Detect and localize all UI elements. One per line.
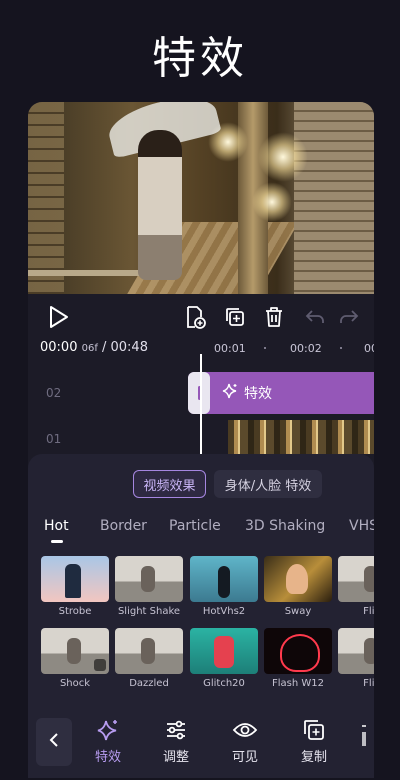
ruler-mark: 00:01 [214,342,246,355]
ruler-dot [340,347,342,349]
add-file-icon[interactable] [182,304,208,330]
edit-toolbar [28,294,374,340]
nav-label: 特效 [94,750,121,765]
undo-icon[interactable] [302,304,328,330]
effect-name: Shock [59,678,91,689]
effect-thumbnail [190,628,258,674]
category-bar: Hot Border Particle 3D Shaking VHS [28,518,374,542]
effect-tile[interactable]: Dazzled [115,628,183,689]
track-number: 01 [46,432,62,446]
sparkle-icon [84,716,132,744]
more-nav-edge[interactable] [362,722,366,762]
effect-thumbnail [190,556,258,602]
effect-thumbnail [115,628,183,674]
ruler-mark: 00:02 [290,342,322,355]
tab-body-face-effects[interactable]: 身体/人脸 特效 [214,470,322,498]
nav-label: 复制 [300,750,327,765]
effect-name: Sway [284,606,312,617]
effect-name: Flip [363,606,374,617]
effect-tile[interactable]: Flip [338,556,374,617]
chevron-left-icon [49,732,59,752]
effect-thumbnail [264,628,332,674]
video-clip-strip[interactable] [228,420,374,454]
redo-icon[interactable] [336,304,362,330]
back-button[interactable] [36,718,72,766]
effect-thumbnail [41,556,109,602]
effect-name: Slight Shake [117,606,181,617]
current-time: 00:00 [40,340,78,355]
effect-clip-label: 特效 [244,386,272,402]
timecode: 00:00 06f / 00:48 [40,340,148,355]
sliders-icon [152,716,200,744]
video-preview[interactable] [28,102,374,294]
nav-label: 可见 [231,750,258,765]
effect-tile[interactable]: Sway [264,556,332,617]
nav-label: 调整 [162,750,189,765]
track-number: 02 [46,386,62,400]
category-border[interactable]: Border [100,518,147,534]
sparkle-icon [222,383,238,403]
effect-thumbnail [338,556,374,602]
duplicate-icon[interactable] [222,304,248,330]
bottom-nav: 特效 调整 可见 复制 [28,712,374,778]
effect-clip[interactable]: 特效 [188,372,374,414]
effect-name: HotVhs2 [202,606,246,617]
category-particle[interactable]: Particle [169,518,221,534]
effect-name: Flash W12 [272,678,324,689]
total-time: / 00:48 [102,340,148,355]
effect-thumbnail [41,628,109,674]
clip-trim-handle[interactable] [188,372,210,414]
effect-name: Flip [363,678,374,689]
current-frame: 06f [81,343,98,354]
effect-thumbnail [264,556,332,602]
effect-thumbnail [338,628,374,674]
ruler-mark: 00 [364,342,374,355]
effect-tile[interactable]: HotVhs2 [190,556,258,617]
effect-tile[interactable]: Flip [338,628,374,689]
tab-video-effects[interactable]: 视频效果 [133,470,206,498]
play-icon[interactable] [46,304,72,330]
effect-tile[interactable]: Glitch20 [190,628,258,689]
effect-tile[interactable]: Shock [41,628,109,689]
duplicate-icon [290,716,338,744]
effect-tile[interactable]: Flash W12 [264,628,332,689]
nav-adjust[interactable]: 调整 [152,716,200,765]
eye-icon [221,716,269,744]
nav-visible[interactable]: 可见 [221,716,269,765]
effect-name: Strobe [58,606,92,617]
page-title: 特效 [152,33,248,84]
editor-screen: 00:00 06f / 00:48 00:01 00:02 00 02 01 特… [28,102,374,778]
category-indicator [51,540,63,543]
ruler-dot [264,347,266,349]
category-vhs[interactable]: VHS [349,518,374,534]
effect-name: Glitch20 [203,678,245,689]
category-3d-shaking[interactable]: 3D Shaking [245,518,325,534]
effect-tile[interactable]: Slight Shake [115,556,183,617]
playhead[interactable] [200,354,202,454]
effect-name: Dazzled [129,678,169,689]
nav-effects[interactable]: 特效 [84,716,132,765]
delete-icon[interactable] [261,304,287,330]
effect-tile[interactable]: Strobe [41,556,109,617]
category-hot[interactable]: Hot [44,518,69,534]
effect-thumbnail [115,556,183,602]
nav-copy[interactable]: 复制 [290,716,338,765]
